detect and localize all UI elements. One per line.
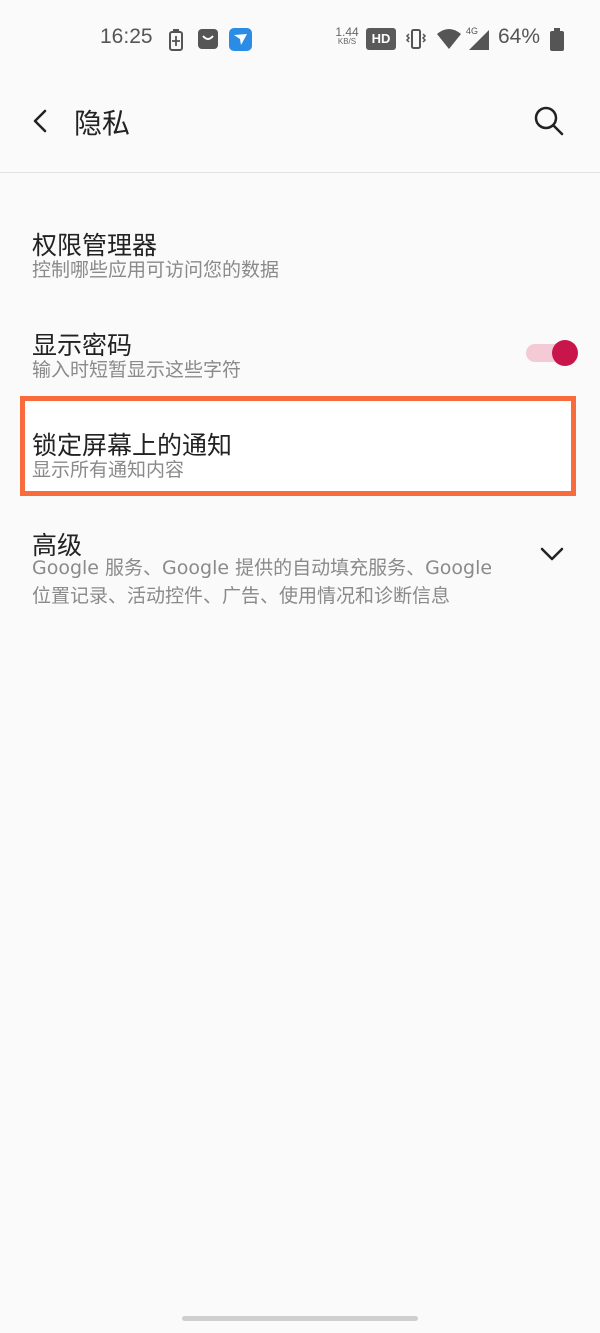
wifi-icon bbox=[437, 29, 461, 49]
setting-item-lock-screen-notifications[interactable]: 锁定屏幕上的通知 显示所有通知内容 bbox=[0, 410, 600, 490]
setting-item-subtitle-line1: Google 服务、Google 提供的自动填充服务、Google bbox=[32, 557, 493, 579]
status-time: 16:25 bbox=[100, 25, 153, 48]
setting-item-advanced[interactable]: 高级 Google 服务、Google 提供的自动填充服务、Google 位置记… bbox=[0, 510, 600, 614]
back-arrow-icon[interactable] bbox=[26, 106, 56, 136]
battery-percent: 64% bbox=[498, 25, 541, 48]
hd-badge: HD bbox=[366, 28, 396, 50]
setting-item-subtitle-line2: 位置记录、活动控件、广告、使用情况和诊断信息 bbox=[32, 585, 451, 607]
network-speed: 1.44 KB/S bbox=[334, 25, 360, 47]
home-indicator[interactable] bbox=[182, 1316, 418, 1321]
battery-charging-icon bbox=[169, 29, 183, 51]
setting-item-subtitle: 输入时短暂显示这些字符 bbox=[32, 359, 242, 381]
show-passwords-toggle[interactable] bbox=[524, 339, 578, 367]
battery-icon bbox=[550, 28, 564, 51]
status-bar: 16:25 1.44 KB/S HD 4G 64% bbox=[0, 0, 600, 78]
app-bar: 隐私 bbox=[0, 78, 600, 173]
chevron-down-icon[interactable] bbox=[538, 542, 566, 566]
setting-item-permission-manager[interactable]: 权限管理器 控制哪些应用可访问您的数据 bbox=[0, 210, 600, 290]
shopping-bag-app-icon bbox=[198, 29, 218, 49]
network-speed-value: 1.44 bbox=[335, 25, 359, 39]
page-title: 隐私 bbox=[74, 107, 131, 140]
vibrate-icon bbox=[405, 29, 427, 49]
search-icon[interactable] bbox=[532, 104, 566, 138]
network-type: 4G bbox=[466, 26, 478, 36]
setting-item-show-passwords[interactable]: 显示密码 输入时短暂显示这些字符 bbox=[0, 310, 600, 390]
setting-item-subtitle: 控制哪些应用可访问您的数据 bbox=[32, 259, 280, 281]
network-speed-unit: KB/S bbox=[337, 37, 357, 46]
toggle-thumb bbox=[552, 340, 578, 366]
blue-app-icon bbox=[229, 28, 252, 51]
cell-signal-icon: 4G bbox=[466, 26, 489, 50]
setting-item-subtitle: 显示所有通知内容 bbox=[32, 459, 185, 481]
